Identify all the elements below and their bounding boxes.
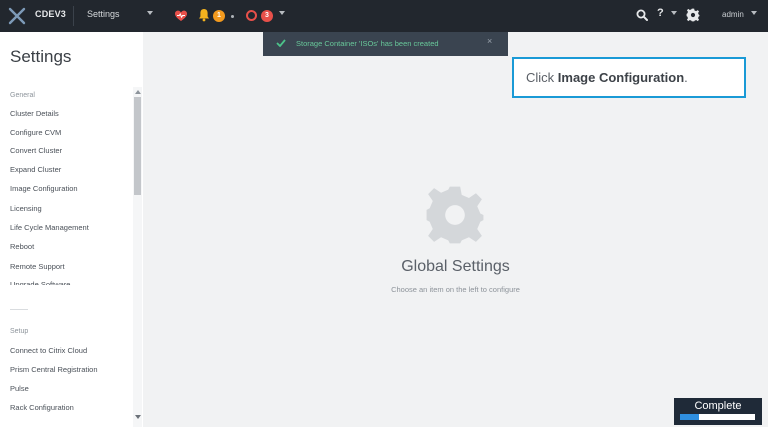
sidebar-item-rack-configuration[interactable]: Rack Configuration bbox=[10, 403, 74, 412]
sidebar-item-connect-citrix-cloud[interactable]: Connect to Citrix Cloud bbox=[10, 346, 87, 355]
alert-circle-icon[interactable] bbox=[246, 10, 257, 21]
alert-count-badge[interactable]: 3 bbox=[261, 10, 273, 22]
sidebar-item-expand-cluster[interactable]: Expand Cluster bbox=[10, 165, 61, 174]
sidebar-item-life-cycle-management[interactable]: Life Cycle Management bbox=[10, 223, 89, 232]
sidebar-item-prism-central-registration[interactable]: Prism Central Registration bbox=[10, 365, 98, 374]
warning-count-badge[interactable]: 1 bbox=[213, 10, 225, 22]
close-icon[interactable]: × bbox=[487, 36, 492, 46]
sidebar-item-convert-cluster[interactable]: Convert Cluster bbox=[10, 146, 62, 155]
chevron-down-icon[interactable] bbox=[751, 11, 757, 15]
sidebar-scrollbar-thumb[interactable] bbox=[134, 97, 141, 195]
progress-widget: Complete bbox=[674, 398, 762, 425]
section-menu[interactable]: Settings bbox=[87, 9, 120, 19]
sidebar-item-configure-cvm[interactable]: Configure CVM bbox=[10, 128, 61, 137]
callout-prefix: Click bbox=[526, 70, 558, 85]
callout-text: Click Image Configuration. bbox=[526, 70, 688, 85]
chevron-down-icon[interactable] bbox=[231, 15, 234, 18]
help-icon[interactable]: ? bbox=[657, 7, 664, 19]
progress-label: Complete bbox=[694, 400, 742, 412]
chevron-down-icon[interactable] bbox=[279, 11, 285, 15]
sidebar-title: Settings bbox=[10, 47, 72, 66]
settings-sidebar: Settings General Cluster Details Configu… bbox=[0, 32, 143, 427]
empty-state-title: Global Settings bbox=[401, 258, 510, 275]
success-toast: Storage Container 'ISOs' has been create… bbox=[263, 32, 508, 56]
callout-suffix: . bbox=[684, 70, 688, 85]
nutanix-logo-icon[interactable] bbox=[8, 7, 26, 25]
check-icon bbox=[276, 39, 286, 47]
tutorial-callout: Click Image Configuration. bbox=[512, 57, 746, 98]
user-menu[interactable]: admin bbox=[722, 10, 744, 19]
gear-icon bbox=[426, 186, 484, 244]
scroll-down-icon[interactable] bbox=[135, 415, 141, 419]
search-icon[interactable] bbox=[636, 9, 648, 21]
empty-state-subtitle: Choose an item on the left to configure bbox=[391, 285, 520, 294]
chevron-down-icon[interactable] bbox=[671, 11, 677, 15]
sidebar-item-licensing[interactable]: Licensing bbox=[10, 204, 42, 213]
progress-bar bbox=[680, 414, 755, 420]
scroll-up-icon[interactable] bbox=[135, 90, 141, 94]
progress-fill bbox=[680, 414, 699, 420]
callout-target: Image Configuration bbox=[557, 70, 685, 85]
cluster-name[interactable]: CDEV3 bbox=[35, 9, 66, 19]
sidebar-item-image-configuration[interactable]: Image Configuration bbox=[10, 184, 78, 193]
bell-icon[interactable] bbox=[198, 8, 210, 22]
header-divider bbox=[73, 6, 74, 26]
gear-icon[interactable] bbox=[686, 8, 700, 22]
heart-health-icon[interactable] bbox=[174, 9, 188, 23]
toast-message: Storage Container 'ISOs' has been create… bbox=[296, 39, 439, 48]
section-label-setup: Setup bbox=[10, 328, 29, 335]
sidebar-item-reboot[interactable]: Reboot bbox=[10, 242, 34, 251]
sidebar-item-pulse[interactable]: Pulse bbox=[10, 384, 29, 393]
chevron-down-icon[interactable] bbox=[147, 11, 153, 15]
section-label-general: General bbox=[10, 92, 35, 99]
section-divider bbox=[10, 309, 28, 310]
sidebar-item-cluster-details[interactable]: Cluster Details bbox=[10, 109, 59, 118]
top-navigation-bar: CDEV3 Settings 1 3 ? admin bbox=[0, 0, 768, 32]
